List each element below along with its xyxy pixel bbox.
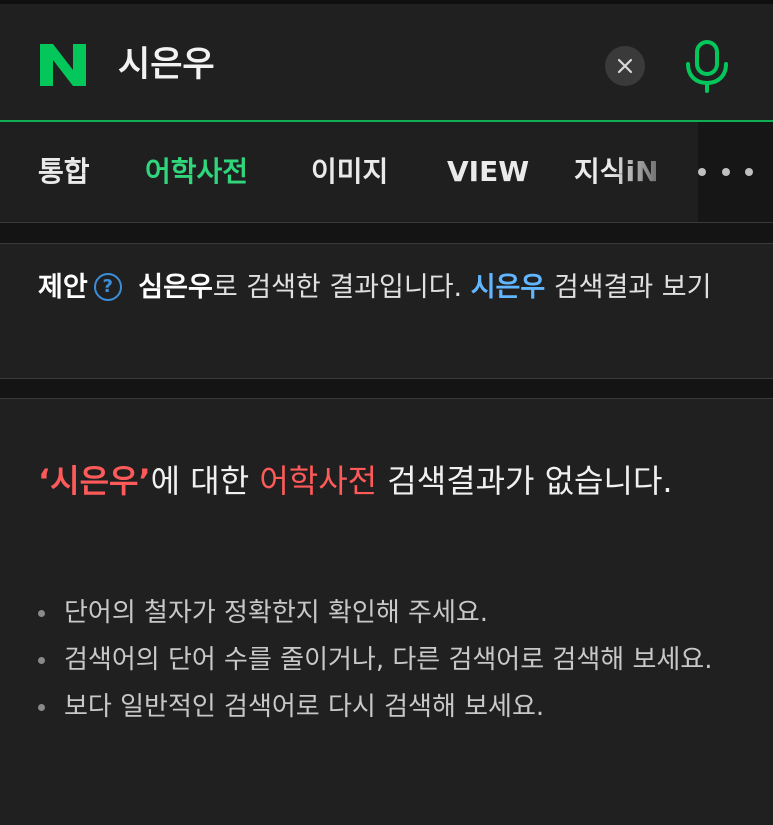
section-separator — [0, 222, 773, 244]
original-query-link[interactable]: 시은우 — [471, 272, 546, 303]
tab-scroll-area: 통합 어학사전 이미지 VIEW 지식iN — [0, 122, 698, 222]
close-icon — [617, 58, 633, 74]
tab-fade — [610, 122, 698, 222]
tips-list: 단어의 철자가 정확한지 확인해 주세요. 검색어의 단어 수를 줄이거나, 다… — [38, 591, 728, 732]
bullet-icon — [38, 657, 45, 664]
more-dots-icon[interactable] — [698, 158, 753, 186]
no-result-headline: ‘시은우’에 대한 어학사전 검색결과가 없습니다. — [38, 453, 718, 509]
tab-dictionary[interactable]: 어학사전 — [145, 150, 248, 194]
bullet-icon — [38, 704, 45, 711]
tip-text: 단어의 철자가 정확한지 확인해 주세요. — [64, 598, 489, 628]
corrected-query[interactable]: 심은우 — [138, 272, 213, 303]
suggestion-label: 제안 — [38, 272, 88, 303]
suggestion-mid-text: 로 검색한 결과입니다. — [212, 272, 471, 303]
help-icon[interactable]: ? — [93, 272, 122, 301]
no-result-section: ‘시은우’에 대한 어학사전 검색결과가 없습니다. 단어의 철자가 정확한지 … — [0, 399, 773, 825]
suggestion-text: 제안? 심은우로 검색한 결과입니다. 시은우 검색결과 보기 — [38, 264, 738, 312]
section-separator — [0, 378, 773, 399]
quote-close: ’ — [138, 462, 151, 500]
tab-integrated[interactable]: 통합 — [38, 150, 90, 194]
search-header: 시은우 — [0, 4, 773, 120]
bullet-icon — [38, 610, 45, 617]
tip-text: 검색어의 단어 수를 줄이거나, 다른 검색어로 검색해 보세요. — [64, 645, 713, 675]
tab-bar: 통합 어학사전 이미지 VIEW 지식iN — [0, 122, 773, 222]
search-input[interactable]: 시은우 — [118, 40, 215, 90]
list-item: 단어의 철자가 정확한지 확인해 주세요. — [38, 591, 728, 635]
tab-view[interactable]: VIEW — [447, 150, 529, 194]
quote-open: ‘ — [38, 462, 51, 500]
suggestion-end-text[interactable]: 검색결과 보기 — [545, 272, 712, 303]
no-result-text-b: 검색결과가 없습니다. — [377, 462, 673, 500]
clear-button[interactable] — [605, 46, 645, 86]
tip-text: 보다 일반적인 검색어로 다시 검색해 보세요. — [64, 692, 545, 722]
microphone-icon[interactable] — [683, 38, 731, 94]
no-result-text-a: 에 대한 — [150, 462, 260, 500]
list-item: 검색어의 단어 수를 줄이거나, 다른 검색어로 검색해 보세요. — [38, 638, 728, 682]
suggestion-box: 제안? 심은우로 검색한 결과입니다. 시은우 검색결과 보기 — [0, 244, 773, 378]
naver-logo[interactable] — [36, 40, 90, 90]
list-item: 보다 일반적인 검색어로 다시 검색해 보세요. — [38, 685, 728, 729]
no-result-section-name: 어학사전 — [259, 462, 378, 500]
tab-images[interactable]: 이미지 — [311, 150, 388, 194]
no-result-query: 시은우 — [50, 462, 139, 500]
